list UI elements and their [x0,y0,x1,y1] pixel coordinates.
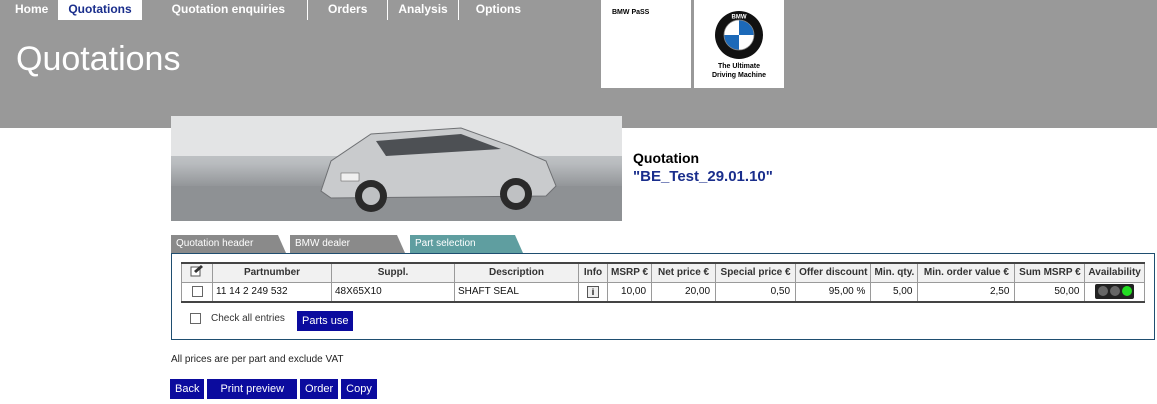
col-offer-discount: Offer discount [795,262,872,283]
offer-discount-cell: 95,00 % [795,281,872,303]
print-preview-button[interactable]: Print preview [207,379,298,399]
part-selection-panel: Partnumber Suppl. Description Info MSRP … [171,253,1155,340]
light-green-on [1122,286,1133,297]
check-all-label: Check all entries [211,313,285,324]
brand-box: BMW PaSS [601,0,691,88]
special-price-cell: 0,50 [715,281,797,303]
nav-orders[interactable]: Orders [308,0,389,20]
msrp-cell: 10,00 [606,281,653,303]
col-min-qty: Min. qty. [870,262,919,283]
quotation-name: "BE_Test_29.01.10" [633,168,773,185]
col-partnumber: Partnumber [212,262,332,283]
top-nav: Home Quotations Quotation enquiries Orde… [0,0,536,20]
info-icon[interactable]: i [587,285,599,298]
col-special-price: Special price € [715,262,797,283]
availability-cell [1084,281,1145,303]
table-row: 11 14 2 249 532 48X65X10 SHAFT SEAL i 10… [181,281,1145,303]
col-suppl: Suppl. [331,262,455,283]
sum-msrp-cell: 50,00 [1014,281,1086,303]
bmw-logo: BMW The Ultimate Driving Machine [694,0,784,88]
action-buttons: Back Print preview Order Copy [170,379,377,399]
col-net-price: Net price € [651,262,717,283]
check-all-row: Check all entries [190,313,285,324]
row-checkbox[interactable] [191,286,203,298]
tagline: The Ultimate Driving Machine [711,63,767,79]
suppl-cell: 48X65X10 [331,281,455,303]
col-availability: Availability [1084,262,1145,283]
quotation-label: Quotation [633,150,700,166]
svg-text:BMW: BMW [732,15,747,21]
car-banner-image [171,116,622,221]
car-illustration [171,116,622,221]
parts-use-button[interactable]: Parts use [297,311,354,331]
copy-button[interactable]: Copy [341,379,377,399]
edit-checkbox-icon [190,265,203,277]
col-sum-msrp: Sum MSRP € [1014,262,1086,283]
header-bar: Home Quotations Quotation enquiries Orde… [0,0,1157,128]
availability-traffic-light-icon [1095,284,1135,300]
net-price-cell: 20,00 [651,281,717,303]
tab-bmw-dealer[interactable]: BMW dealer [290,235,405,253]
parts-table: Partnumber Suppl. Description Info MSRP … [181,262,1145,303]
select-all-header[interactable] [181,262,213,283]
table-header-row: Partnumber Suppl. Description Info MSRP … [181,262,1145,283]
brand-name: BMW PaSS [612,9,650,16]
col-msrp: MSRP € [606,262,653,283]
tab-quotation-header[interactable]: Quotation header [171,235,286,253]
col-min-order-value: Min. order value € [917,262,1016,283]
order-button[interactable]: Order [300,379,339,399]
check-all-checkbox[interactable] [190,313,201,324]
col-description: Description [454,262,579,283]
description-cell: SHAFT SEAL [454,281,579,303]
partnumber-cell: 11 14 2 249 532 [212,281,332,303]
nav-home[interactable]: Home [0,0,60,20]
nav-options[interactable]: Options [459,0,536,20]
back-button[interactable]: Back [170,379,205,399]
nav-quotations[interactable]: Quotations [59,0,142,20]
nav-quotation-enquiries[interactable]: Quotation enquiries [142,0,309,20]
light-red-off [1098,286,1109,297]
info-cell: i [578,281,608,303]
min-order-value-cell: 2,50 [917,281,1016,303]
vat-note: All prices are per part and exclude VAT [171,354,344,365]
row-select-cell [181,281,213,303]
light-yellow-off [1110,286,1121,297]
min-qty-cell: 5,00 [870,281,919,303]
nav-analysis[interactable]: Analysis [388,0,459,20]
bmw-roundel-icon: BMW [715,11,763,59]
tab-part-selection[interactable]: Part selection [410,235,523,253]
page-title: Quotations [16,40,181,78]
col-info: Info [578,262,608,283]
